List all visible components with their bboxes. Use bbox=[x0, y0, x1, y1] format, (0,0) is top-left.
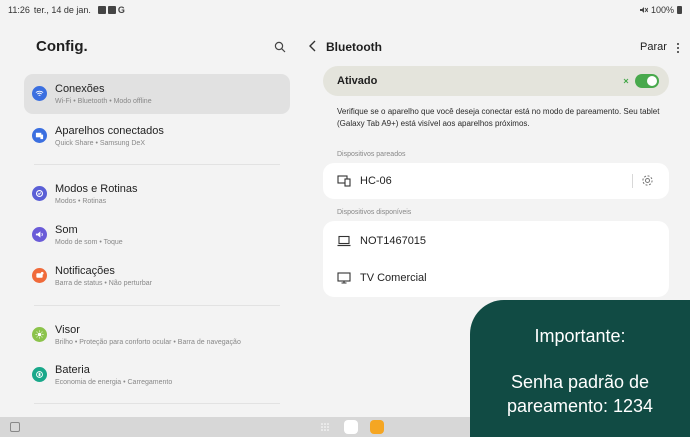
settings-item-title: Som bbox=[55, 224, 78, 236]
settings-title: Config. bbox=[36, 38, 88, 55]
devices-icon bbox=[32, 128, 47, 143]
back-arrow-icon[interactable] bbox=[308, 40, 318, 52]
status-left: 11:26 ter., 14 de jan. G bbox=[8, 5, 125, 15]
apps-grid-icon[interactable] bbox=[321, 423, 329, 431]
page-title: Bluetooth bbox=[326, 40, 382, 54]
settings-item-battery[interactable]: Bateria Economia de energia • Carregamen… bbox=[24, 355, 290, 395]
status-date: ter., 14 de jan. bbox=[33, 5, 91, 15]
settings-item-subtitle: Brilho • Proteção para conforto ocular •… bbox=[55, 339, 241, 346]
paired-devices-card: HC-06 bbox=[323, 163, 669, 199]
wifi-icon bbox=[32, 86, 47, 101]
settings-item-title: Conexões bbox=[55, 83, 105, 95]
battery-level: 100% bbox=[650, 5, 674, 15]
gear-icon[interactable] bbox=[641, 174, 654, 187]
device-name: HC-06 bbox=[360, 175, 392, 187]
settings-item-title: Notificações bbox=[55, 265, 115, 277]
settings-item-title: Bateria bbox=[55, 364, 90, 376]
settings-item-subtitle: Wi-Fi • Bluetooth • Modo offline bbox=[55, 98, 152, 105]
bluetooth-toggle[interactable] bbox=[635, 74, 659, 88]
device-row-tv-comercial[interactable]: TV Comercial bbox=[323, 260, 669, 296]
search-icon[interactable] bbox=[274, 41, 286, 53]
settings-item-sound[interactable]: Som Modo de som • Toque bbox=[24, 215, 290, 255]
settings-item-display[interactable]: Visor Brilho • Proteção para conforto oc… bbox=[24, 315, 290, 355]
settings-item-notifications[interactable]: Notificações Barra de status • Não pertu… bbox=[24, 256, 290, 296]
bluetooth-status-label: Ativado bbox=[337, 75, 378, 87]
google-icon: G bbox=[117, 5, 125, 15]
devices-icon bbox=[337, 175, 351, 187]
settings-item-connections[interactable]: Conexões Wi-Fi • Bluetooth • Modo offlin… bbox=[24, 74, 290, 114]
important-callout: Importante: Senha padrão de pareamento: … bbox=[470, 300, 690, 437]
settings-item-connected-devices[interactable]: Aparelhos conectados Quick Share • Samsu… bbox=[24, 116, 290, 156]
settings-item-title: Modos e Rotinas bbox=[55, 183, 138, 195]
pairing-description: Verifique se o aparelho que você deseja … bbox=[337, 107, 660, 128]
available-devices-card: NOT1467015 TV Comercial bbox=[323, 221, 669, 297]
settings-item-subtitle: Barra de status • Não perturbar bbox=[55, 280, 152, 287]
status-bar: 11:26 ter., 14 de jan. G 100% bbox=[0, 0, 690, 20]
settings-item-title: Visor bbox=[55, 324, 80, 336]
divider bbox=[34, 403, 280, 404]
device-name: TV Comercial bbox=[360, 272, 427, 284]
modes-icon bbox=[32, 186, 47, 201]
bluetooth-master-switch[interactable]: Ativado bbox=[323, 66, 669, 96]
status-right: 100% bbox=[639, 5, 682, 15]
paired-devices-header: Dispositivos pareados bbox=[337, 151, 406, 158]
device-name: NOT1467015 bbox=[360, 235, 427, 247]
monitor-icon bbox=[337, 272, 351, 284]
battery-icon bbox=[677, 6, 682, 14]
calendar-icon bbox=[97, 6, 106, 14]
divider bbox=[632, 174, 633, 188]
folder-app-icon[interactable] bbox=[370, 420, 384, 434]
device-row-hc06[interactable]: HC-06 bbox=[323, 163, 669, 199]
callout-body: Senha padrão de pareamento: 1234 bbox=[506, 372, 654, 416]
message-icon bbox=[107, 6, 116, 14]
sun-icon bbox=[32, 327, 47, 342]
more-options-icon[interactable] bbox=[676, 42, 680, 54]
settings-item-subtitle: Quick Share • Samsung DeX bbox=[55, 140, 145, 147]
scan-icon bbox=[623, 78, 629, 84]
stop-button[interactable]: Parar bbox=[640, 41, 667, 53]
settings-item-subtitle: Modos • Rotinas bbox=[55, 198, 107, 205]
status-notification-icons: G bbox=[97, 5, 125, 15]
battery-icon bbox=[32, 367, 47, 382]
taskbar-icon[interactable] bbox=[10, 422, 20, 432]
divider bbox=[34, 164, 280, 165]
settings-item-subtitle: Modo de som • Toque bbox=[55, 239, 123, 246]
settings-item-title: Aparelhos conectados bbox=[55, 125, 164, 137]
settings-item-subtitle: Economia de energia • Carregamento bbox=[55, 379, 173, 386]
device-row-not1467015[interactable]: NOT1467015 bbox=[323, 223, 669, 259]
divider bbox=[34, 305, 280, 306]
notification-icon bbox=[32, 268, 47, 283]
callout-heading: Importante: bbox=[534, 326, 626, 346]
available-devices-header: Dispositivos disponíveis bbox=[337, 209, 412, 216]
status-time: 11:26 bbox=[8, 5, 30, 15]
app-icon[interactable] bbox=[344, 420, 358, 434]
settings-item-modes-routines[interactable]: Modos e Rotinas Modos • Rotinas bbox=[24, 174, 290, 214]
volume-icon bbox=[32, 227, 47, 242]
laptop-icon bbox=[337, 235, 351, 247]
mute-icon bbox=[639, 7, 648, 13]
